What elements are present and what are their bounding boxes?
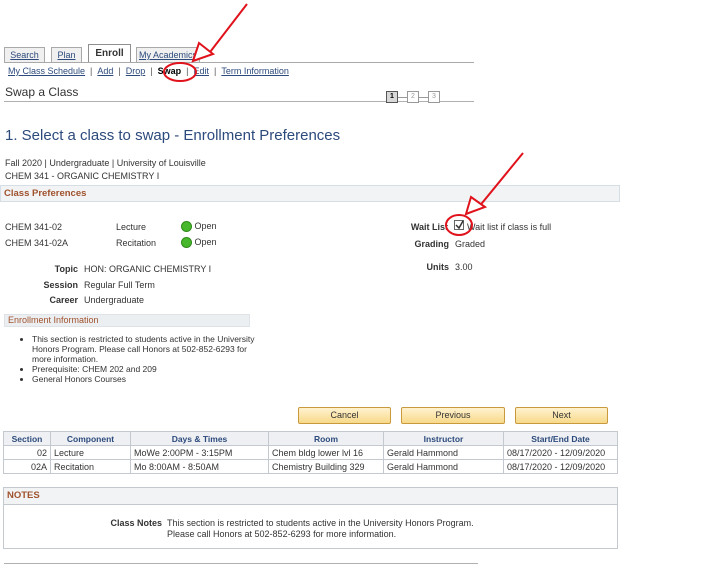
drop-link[interactable]: Drop <box>126 66 146 76</box>
step-connector <box>398 97 407 98</box>
cell-start-end-date: 08/17/2020 - 12/09/2020 <box>503 459 618 474</box>
class-notes-line-2: Please call Honors at 502-852-6293 for m… <box>167 529 397 539</box>
tab-divider <box>4 62 474 63</box>
cell-days-times: MoWe 2:00PM - 3:15PM <box>130 445 269 460</box>
class-section-2: CHEM 341-02A <box>5 238 69 248</box>
session-value: Regular Full Term <box>84 280 155 290</box>
step-heading: 1. Select a class to swap - Enrollment P… <box>5 127 341 144</box>
cell-start-end-date: 08/17/2020 - 12/09/2020 <box>503 445 618 460</box>
open-status-icon <box>181 221 192 233</box>
cell-component: Lecture <box>50 445 131 460</box>
wait-list-checkbox[interactable] <box>454 220 464 230</box>
tab-my-academics[interactable]: My Academics <box>136 47 200 62</box>
class-component-1: Lecture <box>116 222 147 232</box>
class-status-2: Open <box>181 237 217 249</box>
table-row: 02A Recitation Mo 8:00AM - 8:50AM Chemis… <box>3 459 618 474</box>
page-title: Swap a Class <box>5 85 79 99</box>
grading-label: Grading <box>414 239 449 249</box>
tab-enroll[interactable]: Enroll <box>88 44 131 62</box>
open-status-icon <box>181 237 192 249</box>
step-1-indicator: 1 <box>386 91 398 103</box>
step-connector <box>419 97 428 98</box>
topic-label: Topic <box>54 264 78 274</box>
column-header-days-times: Days & Times <box>130 431 269 446</box>
class-status-1: Open <box>181 221 217 233</box>
annotation-arrow <box>206 3 248 57</box>
enrollment-information-title: Enrollment Information <box>8 315 99 325</box>
column-header-section: Section <box>3 431 51 446</box>
term-line: Fall 2020 | Undergraduate | University o… <box>5 158 206 168</box>
title-divider <box>4 101 474 102</box>
career-value: Undergraduate <box>84 295 145 305</box>
wait-list-text: Wait list if class is full <box>467 222 552 232</box>
enrollment-information-header: Enrollment Information <box>4 314 250 327</box>
previous-button[interactable]: Previous <box>401 407 505 424</box>
my-class-schedule-link[interactable]: My Class Schedule <box>8 66 85 76</box>
notes-header: NOTES <box>4 488 617 505</box>
column-header-component: Component <box>50 431 131 446</box>
subnav-separator: | <box>186 66 189 76</box>
cancel-button[interactable]: Cancel <box>298 407 391 424</box>
cell-room: Chemistry Building 329 <box>268 459 384 474</box>
cell-component: Recitation <box>50 459 131 474</box>
subnav-separator: | <box>118 66 121 76</box>
table-header-row: Section Component Days & Times Room Inst… <box>3 431 618 446</box>
class-notes-line-1: This section is restricted to students a… <box>167 518 474 528</box>
subnav-separator: | <box>213 66 217 76</box>
notes-panel: NOTES Class Notes This section is restri… <box>3 487 618 549</box>
course-line: CHEM 341 - ORGANIC CHEMISTRY I <box>5 171 160 181</box>
status-text: Open <box>194 221 217 231</box>
cell-section: 02 <box>3 445 51 460</box>
table-row: 02 Lecture MoWe 2:00PM - 3:15PM Chem bld… <box>3 445 618 460</box>
cell-days-times: Mo 8:00AM - 8:50AM <box>130 459 269 474</box>
list-item: General Honors Courses <box>32 374 257 384</box>
cell-section: 02A <box>3 459 51 474</box>
status-text: Open <box>194 237 217 247</box>
edit-link[interactable]: Edit <box>193 66 209 76</box>
swap-link[interactable]: Swap <box>158 66 182 76</box>
units-value: 3.00 <box>455 262 473 272</box>
subnav-separator: | <box>90 66 93 76</box>
units-label: Units <box>426 262 450 272</box>
tab-search[interactable]: Search <box>4 47 45 62</box>
bottom-divider <box>4 563 478 564</box>
grading-value: Graded <box>455 239 486 249</box>
step-2-indicator: 2 <box>407 91 419 103</box>
column-header-room: Room <box>268 431 384 446</box>
list-item: This section is restricted to students a… <box>32 334 257 364</box>
session-label: Session <box>43 280 78 290</box>
subnav-separator: | <box>150 66 153 76</box>
class-notes-label: Class Notes <box>110 518 162 528</box>
list-item: Prerequisite: CHEM 202 and 209 <box>32 364 257 374</box>
class-section-1: CHEM 341-02 <box>5 222 63 232</box>
class-preferences-title: Class Preferences <box>4 188 87 199</box>
cell-instructor: Gerald Hammond <box>383 459 504 474</box>
cell-instructor: Gerald Hammond <box>383 445 504 460</box>
career-label: Career <box>49 295 78 305</box>
class-schedule-table: Section Component Days & Times Room Inst… <box>3 431 618 474</box>
topic-value: HON: ORGANIC CHEMISTRY I <box>84 264 212 274</box>
notes-title: NOTES <box>7 490 40 501</box>
tab-plan[interactable]: Plan <box>51 47 82 62</box>
class-preferences-header: Class Preferences <box>0 185 620 202</box>
column-header-instructor: Instructor <box>383 431 504 446</box>
wait-list-label: Wait List <box>410 222 448 232</box>
step-3-indicator: 3 <box>428 91 440 103</box>
enroll-subnav: My Class Schedule | Add | Drop | Swap | Edit | Ter… <box>8 66 289 76</box>
add-link[interactable]: Add <box>97 66 113 76</box>
cell-room: Chem bldg lower lvl 16 <box>268 445 384 460</box>
column-header-start-end-date: Start/End Date <box>503 431 618 446</box>
enrollment-information-list: This section is restricted to students a… <box>10 334 257 384</box>
next-button[interactable]: Next <box>515 407 608 424</box>
term-information-link[interactable]: Term Information <box>221 66 289 76</box>
class-component-2: Recitation <box>116 238 157 248</box>
